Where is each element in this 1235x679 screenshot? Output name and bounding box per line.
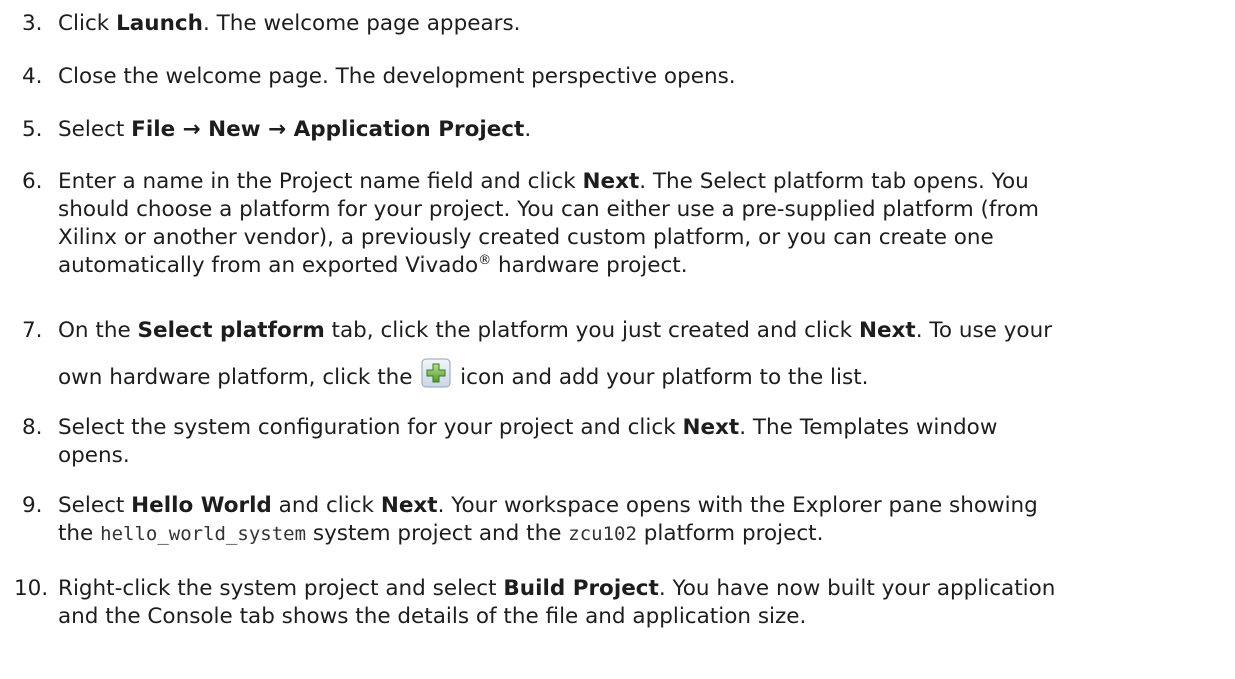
step-text: On the Select platform tab, click the pl… <box>58 318 1053 390</box>
step-number: 8. <box>22 415 43 440</box>
step-number: 3. <box>22 11 43 36</box>
step-text: Select the system configuration for your… <box>58 415 998 468</box>
step-number: 6. <box>22 169 43 194</box>
add-plus-icon <box>421 358 451 388</box>
step-number: 9. <box>22 493 43 518</box>
step-text: Select File → New → Application Project. <box>58 117 532 142</box>
step-text: Click Launch. The welcome page appears. <box>58 11 521 36</box>
code-platform-name: zcu102 <box>568 523 637 545</box>
code-project-name: hello_world_system <box>100 523 307 545</box>
step-text: Close the welcome page. The development … <box>58 64 736 89</box>
step-text: Enter a name in the Project name field a… <box>58 169 1039 278</box>
step-number: 5. <box>22 117 43 142</box>
step-number: 4. <box>22 64 43 89</box>
step-text: Right-click the system project and selec… <box>58 576 1056 629</box>
document-page: 3. Click Launch. The welcome page appear… <box>0 0 1235 679</box>
step-number: 7. <box>22 318 43 343</box>
step-number: 10. <box>14 576 49 601</box>
step-text: Select Hello World and click Next. Your … <box>58 493 1038 546</box>
